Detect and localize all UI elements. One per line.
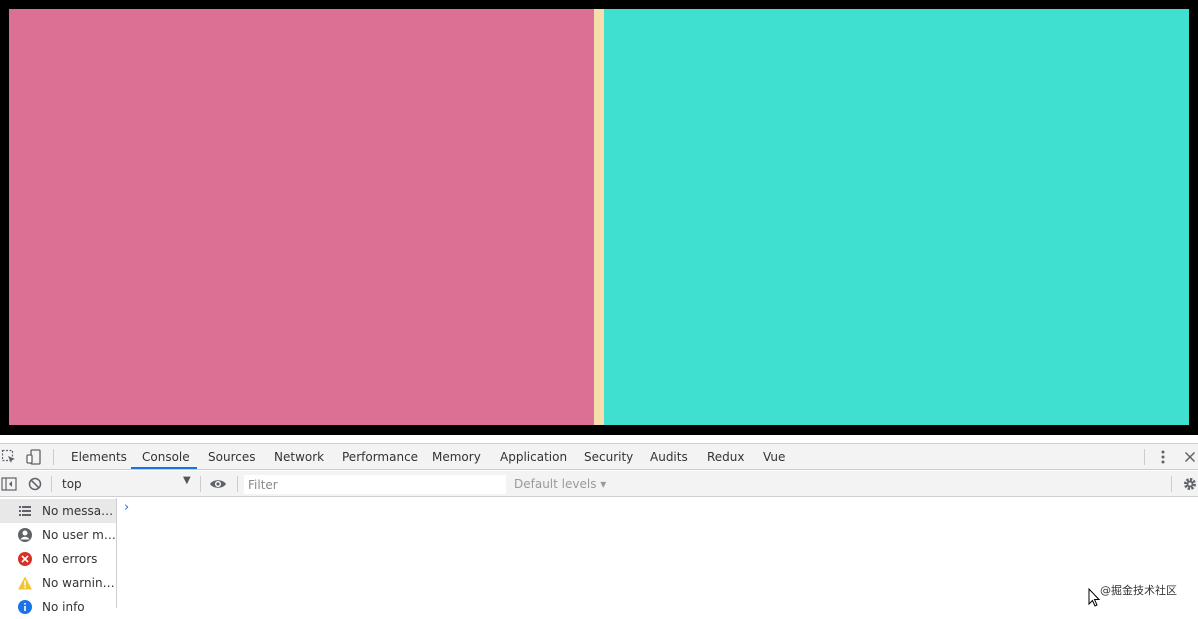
- tab-memory[interactable]: Memory: [432, 444, 481, 470]
- tab-performance[interactable]: Performance: [342, 444, 418, 470]
- inspect-element-icon[interactable]: [0, 448, 18, 466]
- toolbar-separator: [1171, 476, 1172, 492]
- tab-vue[interactable]: Vue: [763, 444, 785, 470]
- mouse-cursor-icon: [1088, 588, 1101, 607]
- split-gutter[interactable]: [594, 9, 604, 425]
- sidebar-item-info[interactable]: No info: [0, 595, 116, 619]
- tab-redux[interactable]: Redux: [707, 444, 745, 470]
- tab-elements[interactable]: Elements: [71, 444, 127, 470]
- list-icon: [17, 503, 33, 519]
- more-options-icon[interactable]: [1154, 448, 1172, 466]
- devtools-panel: Elements Console Sources Network Perform…: [0, 435, 1198, 614]
- tab-audits[interactable]: Audits: [650, 444, 688, 470]
- user-icon: [17, 527, 33, 543]
- close-icon[interactable]: [1181, 448, 1198, 466]
- sidebar-item-label: No messages: [42, 504, 116, 518]
- tab-separator: [1144, 449, 1145, 465]
- tab-application[interactable]: Application: [500, 444, 567, 470]
- clear-console-icon[interactable]: [26, 475, 44, 493]
- context-selector[interactable]: top: [58, 474, 196, 494]
- sidebar-item-warnings[interactable]: No warnings: [0, 571, 116, 595]
- devtools-resize-handle[interactable]: [0, 435, 1198, 444]
- sidebar-toggle-icon[interactable]: [0, 475, 18, 493]
- info-icon: [17, 599, 33, 615]
- tab-security[interactable]: Security: [584, 444, 633, 470]
- sidebar-item-errors[interactable]: No errors: [0, 547, 116, 571]
- gear-icon[interactable]: [1181, 475, 1198, 493]
- console-sidebar: No messages No user me... No errors No w…: [0, 498, 117, 614]
- sidebar-item-label: No user me...: [42, 528, 116, 542]
- page-viewport: [0, 0, 1198, 435]
- console-toolbar: top ▼ Default levels ▾: [0, 471, 1198, 497]
- right-panel: [604, 9, 1189, 425]
- eye-icon[interactable]: [209, 475, 227, 493]
- toolbar-separator: [200, 476, 201, 492]
- left-panel: [9, 9, 594, 425]
- sidebar-item-label: No info: [42, 600, 85, 614]
- active-tab-indicator: [131, 467, 197, 469]
- watermark-text: @掘金技术社区: [1100, 584, 1177, 597]
- device-toolbar-icon[interactable]: [25, 448, 43, 466]
- console-prompt[interactable]: ›: [124, 500, 129, 515]
- filter-input[interactable]: [244, 475, 506, 494]
- sidebar-item-messages[interactable]: No messages: [0, 499, 116, 523]
- sidebar-item-label: No warnings: [42, 576, 116, 590]
- sidebar-item-label: No errors: [42, 552, 98, 566]
- devtools-tab-bar: Elements Console Sources Network Perform…: [0, 444, 1198, 470]
- tab-network[interactable]: Network: [274, 444, 324, 470]
- error-icon: [17, 551, 33, 567]
- sidebar-item-user-messages[interactable]: No user me...: [0, 523, 116, 547]
- toolbar-separator: [237, 476, 238, 492]
- tab-separator: [53, 449, 54, 465]
- log-levels-dropdown[interactable]: Default levels ▾: [514, 471, 606, 497]
- tab-sources[interactable]: Sources: [208, 444, 255, 470]
- console-output[interactable]: ›: [118, 498, 1198, 608]
- chevron-down-icon: ▼: [183, 475, 191, 486]
- warning-icon: [17, 575, 33, 591]
- toolbar-separator: [51, 476, 52, 492]
